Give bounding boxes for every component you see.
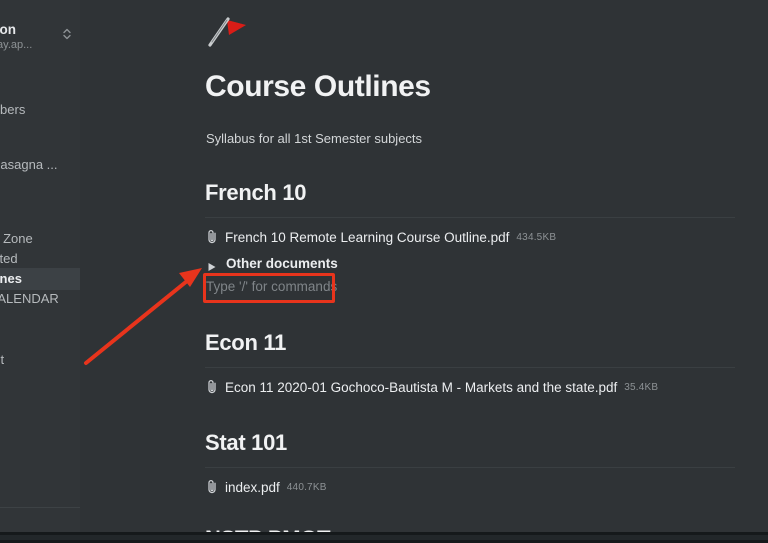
workspace-name: s Notion (0, 22, 16, 37)
notion-window: s Notion vaterelay.ap... embers e (Lasag… (0, 0, 768, 543)
workspace-account: vaterelay.ap... (0, 39, 33, 51)
attachment-row[interactable]: French 10 Remote Learning Course Outline… (205, 229, 556, 245)
toggle-other-documents[interactable]: Other documents (207, 256, 338, 271)
attachment-name: French 10 Remote Learning Course Outline… (225, 229, 510, 245)
sidebar-divider (0, 507, 80, 508)
section-rule (205, 367, 735, 368)
section-heading-econ-11: Econ 11 (205, 330, 287, 355)
sidebar-item-course-outlines[interactable]: tlines (0, 268, 80, 290)
sidebar-item-action-zone[interactable]: ction Zone (0, 228, 80, 250)
attachment-size: 35.4KB (624, 381, 659, 393)
attachment-row[interactable]: index.pdf 440.7KB (205, 479, 327, 495)
sidebar-item-label: e (Lasagna ... (0, 157, 58, 172)
red-flag-pin-icon[interactable] (204, 12, 250, 52)
section-rule (205, 217, 735, 218)
sidebar-item-label: ction Zone (0, 231, 33, 246)
sidebar-item-members[interactable]: embers (0, 99, 80, 121)
sidebar: s Notion vaterelay.ap... embers e (Lasag… (0, 0, 80, 543)
sidebar-item-calendar[interactable]: CALENDAR (0, 288, 80, 310)
page-subtitle: Syllabus for all 1st Semester subjects (206, 131, 423, 146)
sidebar-item-label: arted (0, 251, 18, 266)
page-title: Course Outlines (205, 70, 431, 103)
page-content: Course Outlines Syllabus for all 1st Sem… (80, 0, 768, 543)
section-rule (205, 467, 735, 468)
sidebar-item-label: embers (0, 102, 26, 117)
triangle-right-icon[interactable] (207, 259, 217, 271)
window-bottom-edge (0, 532, 768, 543)
sidebar-item-label: st (0, 352, 5, 367)
paperclip-icon (205, 479, 219, 495)
attachment-name: Econ 11 2020-01 Gochoco-Bautista M - Mar… (225, 379, 618, 395)
workspace-switcher[interactable]: s Notion vaterelay.ap... (0, 22, 80, 58)
paperclip-icon (205, 379, 219, 395)
sidebar-item-label: tlines (0, 271, 22, 286)
sidebar-item-list[interactable]: st (0, 349, 80, 371)
section-heading-french-10: French 10 (205, 180, 307, 205)
sidebar-item-getting-started[interactable]: arted (0, 248, 80, 270)
sidebar-item-label: CALENDAR (0, 291, 59, 306)
attachment-size: 434.5KB (516, 231, 557, 243)
window-bottom-inner (0, 535, 768, 540)
attachment-name: index.pdf (225, 479, 280, 495)
attachment-size: 440.7KB (286, 481, 327, 493)
sidebar-item-lasagna[interactable]: e (Lasagna ... (0, 154, 80, 176)
chevron-up-down-icon[interactable] (60, 26, 74, 42)
attachment-row[interactable]: Econ 11 2020-01 Gochoco-Bautista M - Mar… (205, 379, 658, 395)
paperclip-icon (205, 229, 219, 245)
toggle-label: Other documents (226, 256, 338, 271)
command-placeholder-line[interactable]: Type '/' for commands (206, 279, 337, 294)
section-heading-stat-101: Stat 101 (205, 430, 287, 455)
